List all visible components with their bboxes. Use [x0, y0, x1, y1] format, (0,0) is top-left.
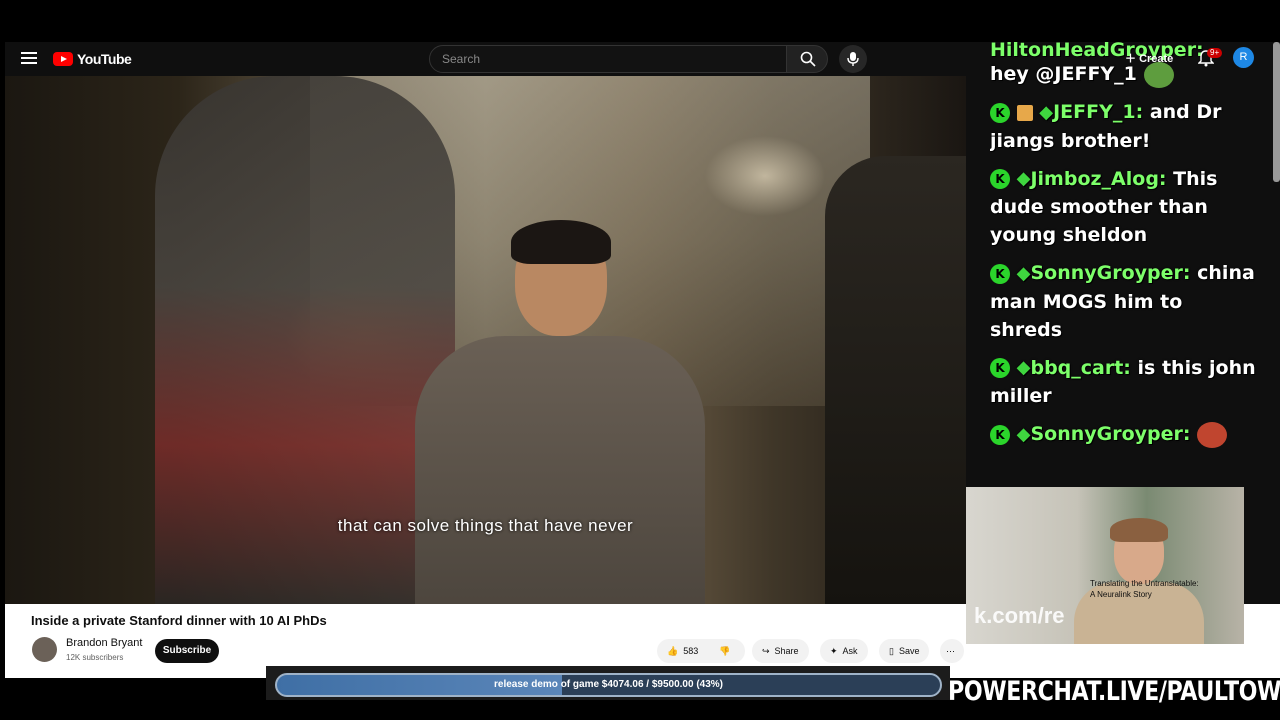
- kick-badge-icon: K: [990, 169, 1010, 189]
- bookmark-icon: ▯: [889, 646, 894, 656]
- kick-badge-icon: K: [990, 102, 1010, 123]
- kick-badge-icon: K: [990, 263, 1010, 284]
- search-icon: [800, 51, 816, 67]
- pepe-emote-icon: [1197, 421, 1228, 448]
- microphone-icon: [847, 52, 859, 66]
- ask-button[interactable]: ✦ Ask: [820, 639, 868, 663]
- related-video-title[interactable]: Translating the Untranslatable: A Neural…: [1090, 578, 1199, 600]
- chat-message: K ◆bbq_cart: is this john miller: [990, 354, 1260, 411]
- chat-username: Jimboz_Alog:: [1030, 167, 1167, 190]
- logo-text: YouTube: [77, 51, 132, 67]
- voice-search-button[interactable]: [839, 45, 867, 73]
- gift-badge-icon: [1016, 104, 1033, 121]
- dislike-button[interactable]: 👎: [709, 639, 745, 663]
- gem-badge-icon: ◆: [1016, 423, 1031, 445]
- video-person-center: [415, 220, 705, 604]
- chat-message: K ◆JEFFY_1: and Dr jiangs brother!: [990, 98, 1260, 155]
- chat-username: SonnyGroyper:: [1030, 262, 1191, 284]
- related-video-title-line2: A Neuralink Story: [1090, 590, 1152, 599]
- gem-badge-icon: ◆: [1039, 101, 1054, 123]
- video-player[interactable]: that can solve things that have never: [5, 76, 966, 604]
- thumbs-down-icon: 👎: [719, 646, 731, 656]
- donation-goal-bar: release demo of game $4074.06 / $9500.00…: [275, 673, 942, 697]
- account-avatar[interactable]: R: [1233, 47, 1254, 68]
- chat-username: bbq_cart:: [1030, 356, 1131, 379]
- gem-badge-icon: ◆: [1016, 357, 1031, 378]
- chat-username: SonnyGroyper:: [1030, 423, 1191, 445]
- youtube-window: YouTube Search ＋ Create 9+ R that can so…: [5, 42, 1280, 678]
- sparkle-icon: ✦: [830, 646, 838, 656]
- youtube-play-icon: [53, 52, 73, 66]
- video-person-right: [825, 156, 966, 604]
- search-button[interactable]: [786, 45, 828, 73]
- chat-message: K ◆SonnyGroyper:: [990, 420, 1260, 449]
- gem-badge-icon: ◆: [1016, 168, 1031, 189]
- stream-url-overlay: POWERCHAT.LIVE/PAULTOWN: [948, 676, 1280, 707]
- goal-text: release demo of game $4074.06 / $9500.00…: [493, 679, 724, 690]
- save-label: Save: [898, 646, 920, 656]
- more-icon: ⋯: [946, 646, 955, 656]
- video-title: Inside a private Stanford dinner with 10…: [31, 613, 327, 628]
- share-button[interactable]: ↪ Share: [752, 639, 809, 663]
- plus-icon: ＋: [1125, 53, 1140, 65]
- chat-message: K ◆Jimboz_Alog: This dude smoother than …: [990, 165, 1260, 250]
- create-button[interactable]: ＋ Create: [1125, 50, 1173, 66]
- create-label: Create: [1139, 53, 1174, 65]
- video-subtitle: that can solve things that have never: [337, 516, 634, 535]
- youtube-logo[interactable]: YouTube: [53, 51, 132, 67]
- notification-badge: 9+: [1207, 48, 1223, 58]
- kick-badge-icon: K: [990, 358, 1010, 378]
- save-button[interactable]: ▯ Save: [879, 639, 930, 663]
- chat-message: K ◆SonnyGroyper: china man MOGS him to s…: [990, 259, 1260, 344]
- kick-badge-icon: K: [990, 424, 1010, 445]
- search-input[interactable]: Search: [429, 45, 787, 73]
- more-actions-button[interactable]: ⋯: [940, 639, 964, 663]
- top-bar: YouTube Search ＋ Create 9+ R: [5, 42, 1280, 76]
- chat-username: JEFFY_1:: [1053, 101, 1144, 123]
- subscriber-count: 12K subscribers: [66, 653, 124, 662]
- like-count: 583: [683, 646, 699, 656]
- channel-name[interactable]: Brandon Bryant: [66, 637, 142, 649]
- share-label: Share: [774, 646, 799, 656]
- gem-badge-icon: ◆: [1016, 262, 1031, 284]
- like-button[interactable]: 👍 583: [657, 639, 709, 663]
- ask-label: Ask: [842, 646, 858, 656]
- related-video-thumbnail-text[interactable]: k.com/re: [974, 603, 1065, 629]
- related-video-title-line1: Translating the Untranslatable:: [1090, 579, 1199, 588]
- channel-avatar[interactable]: [32, 637, 57, 662]
- share-icon: ↪: [762, 646, 770, 656]
- menu-icon[interactable]: [21, 52, 37, 66]
- subscribe-button[interactable]: Subscribe: [155, 639, 219, 663]
- chat-overlay: HiltonHeadGroyper: hey @JEFFY_1 K ◆JEFFY…: [990, 42, 1260, 482]
- thumbs-up-icon: 👍: [667, 646, 679, 656]
